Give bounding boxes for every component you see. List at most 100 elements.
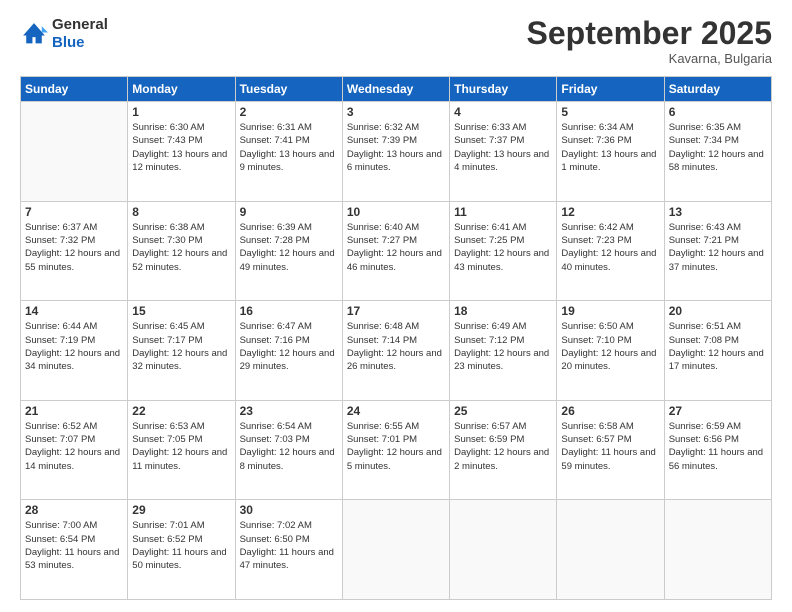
day-number: 3 <box>347 105 445 119</box>
day-number: 30 <box>240 503 338 517</box>
calendar-cell: 16Sunrise: 6:47 AM Sunset: 7:16 PM Dayli… <box>235 301 342 401</box>
calendar-cell: 29Sunrise: 7:01 AM Sunset: 6:52 PM Dayli… <box>128 500 235 600</box>
subtitle: Kavarna, Bulgaria <box>527 51 772 66</box>
day-info: Sunrise: 6:48 AM Sunset: 7:14 PM Dayligh… <box>347 320 445 373</box>
calendar-cell: 1 Sunrise: 6:30 AM Sunset: 7:43 PM Daylig… <box>128 102 235 202</box>
calendar-cell: 19 Sunrise: 6:50 AM Sunset: 7:10 PM Dayli… <box>557 301 664 401</box>
calendar-week-0: 1 Sunrise: 6:30 AM Sunset: 7:43 PM Daylig… <box>21 102 772 202</box>
calendar-cell: 27 Sunrise: 6:59 AM Sunset: 6:56 PM Dayli… <box>664 400 771 500</box>
day-info: Sunrise: 7:01 AM Sunset: 6:52 PM Dayligh… <box>132 519 230 572</box>
day-number: 28 <box>25 503 123 517</box>
calendar-cell: 10 Sunrise: 6:40 AM Sunset: 7:27 PM Dayli… <box>342 201 449 301</box>
header-friday: Friday <box>557 77 664 102</box>
calendar-cell: 6Sunrise: 6:35 AM Sunset: 7:34 PM Daylig… <box>664 102 771 202</box>
day-number: 27 <box>669 404 767 418</box>
day-info: Sunrise: 6:54 AM Sunset: 7:03 PM Dayligh… <box>240 420 338 473</box>
day-info: Sunrise: 6:43 AM Sunset: 7:21 PM Dayligh… <box>669 221 767 274</box>
calendar-cell: 22 Sunrise: 6:53 AM Sunset: 7:05 PM Dayli… <box>128 400 235 500</box>
day-number: 1 <box>132 105 230 119</box>
calendar-cell <box>450 500 557 600</box>
day-info: Sunrise: 6:39 AM Sunset: 7:28 PM Dayligh… <box>240 221 338 274</box>
calendar-cell <box>342 500 449 600</box>
day-info: Sunrise: 6:49 AM Sunset: 7:12 PM Dayligh… <box>454 320 552 373</box>
calendar-cell: 24Sunrise: 6:55 AM Sunset: 7:01 PM Dayli… <box>342 400 449 500</box>
day-info: Sunrise: 7:02 AM Sunset: 6:50 PM Dayligh… <box>240 519 338 572</box>
day-info: Sunrise: 6:47 AM Sunset: 7:16 PM Dayligh… <box>240 320 338 373</box>
header-sunday: Sunday <box>21 77 128 102</box>
calendar-cell: 3Sunrise: 6:32 AM Sunset: 7:39 PM Daylig… <box>342 102 449 202</box>
day-info: Sunrise: 6:53 AM Sunset: 7:05 PM Dayligh… <box>132 420 230 473</box>
calendar-week-4: 28 Sunrise: 7:00 AM Sunset: 6:54 PM Dayli… <box>21 500 772 600</box>
logo-text: General Blue <box>52 16 108 52</box>
header: General Blue September 2025 Kavarna, Bul… <box>20 16 772 66</box>
calendar-cell: 5Sunrise: 6:34 AM Sunset: 7:36 PM Daylig… <box>557 102 664 202</box>
day-number: 24 <box>347 404 445 418</box>
calendar-cell: 30 Sunrise: 7:02 AM Sunset: 6:50 PM Dayli… <box>235 500 342 600</box>
calendar-header-row: Sunday Monday Tuesday Wednesday Thursday… <box>21 77 772 102</box>
calendar-cell: 17Sunrise: 6:48 AM Sunset: 7:14 PM Dayli… <box>342 301 449 401</box>
calendar-cell: 25 Sunrise: 6:57 AM Sunset: 6:59 PM Dayli… <box>450 400 557 500</box>
day-number: 9 <box>240 205 338 219</box>
day-info: Sunrise: 7:00 AM Sunset: 6:54 PM Dayligh… <box>25 519 123 572</box>
page: General Blue September 2025 Kavarna, Bul… <box>0 0 792 612</box>
calendar-cell: 12 Sunrise: 6:42 AM Sunset: 7:23 PM Dayli… <box>557 201 664 301</box>
day-number: 22 <box>132 404 230 418</box>
day-info: Sunrise: 6:44 AM Sunset: 7:19 PM Dayligh… <box>25 320 123 373</box>
day-number: 10 <box>347 205 445 219</box>
day-info: Sunrise: 6:51 AM Sunset: 7:08 PM Dayligh… <box>669 320 767 373</box>
calendar-cell: 2 Sunrise: 6:31 AM Sunset: 7:41 PM Daylig… <box>235 102 342 202</box>
logo: General Blue <box>20 16 108 52</box>
day-number: 14 <box>25 304 123 318</box>
day-number: 21 <box>25 404 123 418</box>
day-info: Sunrise: 6:33 AM Sunset: 7:37 PM Dayligh… <box>454 121 552 174</box>
day-info: Sunrise: 6:40 AM Sunset: 7:27 PM Dayligh… <box>347 221 445 274</box>
calendar-cell: 14 Sunrise: 6:44 AM Sunset: 7:19 PM Dayli… <box>21 301 128 401</box>
day-info: Sunrise: 6:31 AM Sunset: 7:41 PM Dayligh… <box>240 121 338 174</box>
day-number: 7 <box>25 205 123 219</box>
day-number: 26 <box>561 404 659 418</box>
calendar-cell <box>557 500 664 600</box>
day-number: 19 <box>561 304 659 318</box>
day-info: Sunrise: 6:58 AM Sunset: 6:57 PM Dayligh… <box>561 420 659 473</box>
header-tuesday: Tuesday <box>235 77 342 102</box>
calendar-week-2: 14 Sunrise: 6:44 AM Sunset: 7:19 PM Dayli… <box>21 301 772 401</box>
calendar-week-3: 21 Sunrise: 6:52 AM Sunset: 7:07 PM Dayli… <box>21 400 772 500</box>
calendar: Sunday Monday Tuesday Wednesday Thursday… <box>20 76 772 600</box>
month-title: September 2025 <box>527 16 772 51</box>
calendar-cell: 11Sunrise: 6:41 AM Sunset: 7:25 PM Dayli… <box>450 201 557 301</box>
day-info: Sunrise: 6:45 AM Sunset: 7:17 PM Dayligh… <box>132 320 230 373</box>
header-saturday: Saturday <box>664 77 771 102</box>
day-info: Sunrise: 6:30 AM Sunset: 7:43 PM Dayligh… <box>132 121 230 174</box>
header-thursday: Thursday <box>450 77 557 102</box>
calendar-week-1: 7Sunrise: 6:37 AM Sunset: 7:32 PM Daylig… <box>21 201 772 301</box>
calendar-cell: 8 Sunrise: 6:38 AM Sunset: 7:30 PM Daylig… <box>128 201 235 301</box>
header-monday: Monday <box>128 77 235 102</box>
calendar-cell <box>21 102 128 202</box>
day-number: 4 <box>454 105 552 119</box>
day-number: 15 <box>132 304 230 318</box>
day-info: Sunrise: 6:57 AM Sunset: 6:59 PM Dayligh… <box>454 420 552 473</box>
day-number: 8 <box>132 205 230 219</box>
day-number: 23 <box>240 404 338 418</box>
day-info: Sunrise: 6:50 AM Sunset: 7:10 PM Dayligh… <box>561 320 659 373</box>
calendar-cell: 18 Sunrise: 6:49 AM Sunset: 7:12 PM Dayli… <box>450 301 557 401</box>
calendar-cell: 23 Sunrise: 6:54 AM Sunset: 7:03 PM Dayli… <box>235 400 342 500</box>
day-number: 18 <box>454 304 552 318</box>
day-info: Sunrise: 6:35 AM Sunset: 7:34 PM Dayligh… <box>669 121 767 174</box>
calendar-cell <box>664 500 771 600</box>
day-number: 5 <box>561 105 659 119</box>
calendar-cell: 7Sunrise: 6:37 AM Sunset: 7:32 PM Daylig… <box>21 201 128 301</box>
calendar-cell: 9 Sunrise: 6:39 AM Sunset: 7:28 PM Daylig… <box>235 201 342 301</box>
day-info: Sunrise: 6:38 AM Sunset: 7:30 PM Dayligh… <box>132 221 230 274</box>
day-info: Sunrise: 6:59 AM Sunset: 6:56 PM Dayligh… <box>669 420 767 473</box>
title-block: September 2025 Kavarna, Bulgaria <box>527 16 772 66</box>
day-info: Sunrise: 6:42 AM Sunset: 7:23 PM Dayligh… <box>561 221 659 274</box>
day-number: 12 <box>561 205 659 219</box>
header-wednesday: Wednesday <box>342 77 449 102</box>
day-number: 2 <box>240 105 338 119</box>
calendar-cell: 15 Sunrise: 6:45 AM Sunset: 7:17 PM Dayli… <box>128 301 235 401</box>
day-number: 25 <box>454 404 552 418</box>
day-info: Sunrise: 6:52 AM Sunset: 7:07 PM Dayligh… <box>25 420 123 473</box>
calendar-cell: 21 Sunrise: 6:52 AM Sunset: 7:07 PM Dayli… <box>21 400 128 500</box>
calendar-cell: 13Sunrise: 6:43 AM Sunset: 7:21 PM Dayli… <box>664 201 771 301</box>
